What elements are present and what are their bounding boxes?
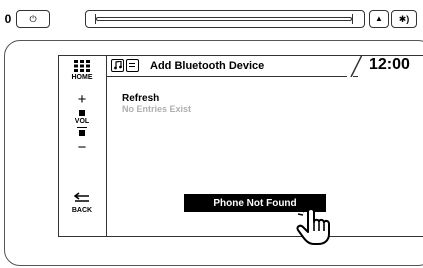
header-underline-right — [353, 76, 358, 77]
home-button[interactable]: HOME — [62, 60, 102, 84]
clock: 12:00 — [369, 56, 410, 73]
seek-icon: ✱) — [398, 13, 410, 24]
volume-down-button[interactable]: − — [62, 140, 102, 155]
eject-icon: ▲ — [375, 14, 383, 23]
header-tab-slant — [350, 55, 362, 77]
rail-divider — [106, 55, 107, 237]
back-label: BACK — [71, 207, 93, 214]
seek-button[interactable]: ✱) — [391, 10, 417, 28]
volume-down-bar-icon — [79, 130, 85, 136]
slider-right-cap — [352, 14, 358, 24]
header-underline-left — [107, 76, 347, 77]
phone-source-icon[interactable] — [126, 59, 139, 72]
left-edge-glyph: 0 — [4, 12, 12, 26]
music-source-icon[interactable] — [111, 59, 124, 72]
no-entries-message: No Entries Exist — [122, 104, 192, 114]
hand-pointer-icon — [296, 206, 330, 245]
back-arrow-icon — [74, 192, 89, 202]
refresh-button[interactable]: Refresh — [122, 93, 159, 104]
home-label: HOME — [71, 74, 93, 81]
screen-title: Add Bluetooth Device — [150, 60, 265, 72]
back-button[interactable]: BACK — [62, 192, 102, 218]
vol-label: VOL — [74, 118, 90, 125]
vol-underline — [77, 127, 87, 128]
eject-button[interactable]: ▲ — [369, 10, 389, 28]
volume-up-bar-icon — [79, 110, 85, 116]
music-note-icon — [114, 61, 122, 70]
header-bar: Add Bluetooth Device 12:00 — [107, 55, 423, 77]
power-icon: ⏻ — [29, 13, 37, 24]
home-grid-icon — [74, 60, 90, 72]
slider-left-cap — [90, 14, 96, 24]
power-button[interactable]: ⏻ — [16, 10, 50, 28]
slider-track — [96, 17, 352, 21]
volume-up-button[interactable]: + — [62, 92, 102, 107]
volume-knob-slider[interactable] — [85, 10, 365, 28]
